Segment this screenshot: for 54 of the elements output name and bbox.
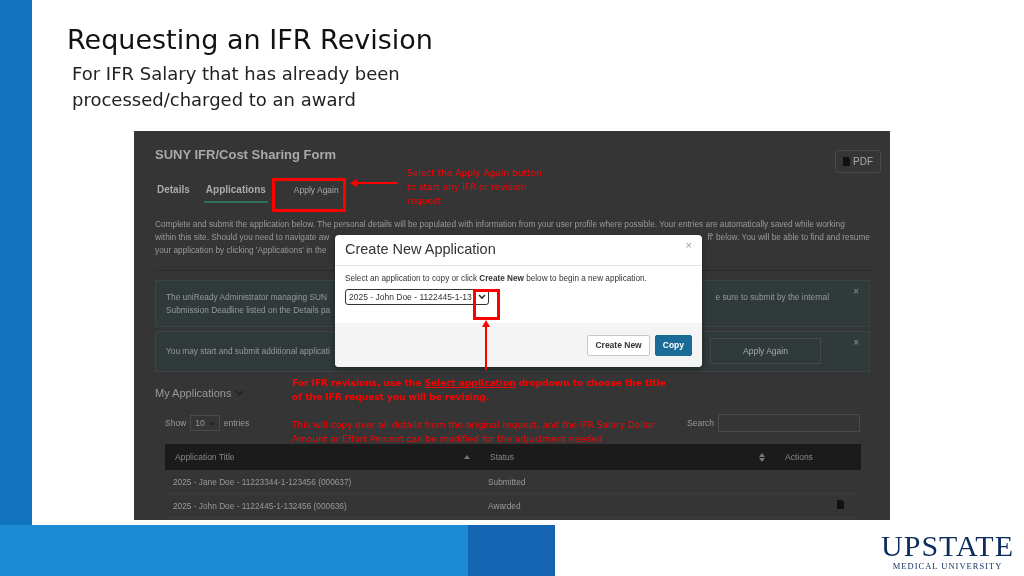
table-cell-text: Awarded — [487, 500, 522, 511]
tab[interactable]: Applications — [203, 177, 268, 203]
alert-text: The uniReady Administrator managing SUN — [166, 290, 327, 304]
close-icon[interactable]: × — [685, 239, 692, 251]
column-header[interactable]: Status — [490, 452, 515, 462]
alert-text: You may start and submit additional applicati — [166, 345, 330, 358]
table-cell-text: 2025 - John Doe - 1122445-1-132456 (000636) — [172, 500, 348, 511]
logo-name: UPSTATE — [881, 530, 1014, 561]
chevron-down-icon — [478, 294, 486, 300]
application-select[interactable]: 2025 - John Doe - 1122445-1-13 — [345, 289, 489, 305]
search-label: Search — [687, 418, 714, 428]
table-cell-text: 2025 - Jane Doe - 11223344-1-123456 (000637) — [172, 476, 353, 487]
alert-text: e sure to submit by the internal — [715, 290, 829, 304]
alert-text: Submission Deadline listed on the Details pa — [166, 303, 331, 317]
apply-again-button[interactable]: Apply Again — [710, 338, 821, 364]
modal-instruction: Select an application to copy or click Create New below to begin a new application. — [345, 274, 648, 283]
secondary-button[interactable]: Create New — [587, 334, 650, 356]
column-header[interactable]: Actions — [785, 452, 813, 462]
slide-subtitle: processed/charged to an award — [72, 88, 358, 112]
entries-label: entries — [223, 418, 250, 428]
document-icon — [843, 157, 850, 166]
highlight-box — [473, 289, 500, 320]
annotation-text: request — [407, 195, 443, 208]
pdf-button[interactable]: PDF — [835, 150, 881, 173]
section-title[interactable]: My Applications — [155, 387, 232, 399]
slide-subtitle: For IFR Salary that has already been — [72, 62, 401, 86]
logo-subtitle: MEDICAL UNIVERSITY — [892, 560, 1003, 571]
annotation-text: Select the Apply Again button — [407, 167, 542, 180]
column-header[interactable]: Application Title — [175, 452, 235, 462]
tab[interactable]: Details — [155, 177, 192, 203]
document-icon[interactable] — [837, 500, 844, 509]
annotation-text: This will copy over all details from the original request, and the IFR Salary Dollar — [292, 419, 656, 432]
slide-title: Requesting an IFR Revision — [67, 24, 434, 55]
annotation-text: For IFR revisions, use the Select application dropdown to choose the title — [292, 377, 666, 390]
modal-title: Create New Application — [345, 241, 496, 257]
intro-text: within this site. Should you need to navigate aw — [155, 231, 330, 244]
close-icon[interactable]: × — [853, 336, 859, 349]
annotation-text: of the IFR request you will be revising. — [292, 391, 491, 404]
annotation-text: to start any IFR or revision — [407, 181, 528, 194]
arrow-left — [350, 179, 398, 187]
close-icon[interactable]: × — [853, 285, 859, 298]
form-title: SUNY IFR/Cost Sharing Form — [155, 147, 337, 162]
table-cell-text: Submitted — [487, 476, 527, 487]
page-size-select[interactable]: 10 — [190, 415, 220, 431]
primary-button[interactable]: Copy — [654, 334, 692, 356]
arrow-up — [482, 320, 490, 370]
annotation-text: Amount or Effort Percent can be modified for the adjustment needed — [292, 433, 604, 446]
intro-text: ff' below. You will be able to find and resume — [707, 231, 870, 244]
sort-up-icon[interactable] — [464, 455, 470, 459]
sort-icon[interactable] — [759, 452, 765, 462]
intro-text: Complete and submit the application below. The personal details will be populated with information from your user profile where possible. Your entries are automatically saved while working — [155, 218, 845, 231]
show-label: Show — [165, 418, 187, 428]
intro-text: your application by clicking 'Applications' in the — [155, 244, 327, 257]
apply-again-button[interactable]: Apply Again — [283, 177, 349, 203]
